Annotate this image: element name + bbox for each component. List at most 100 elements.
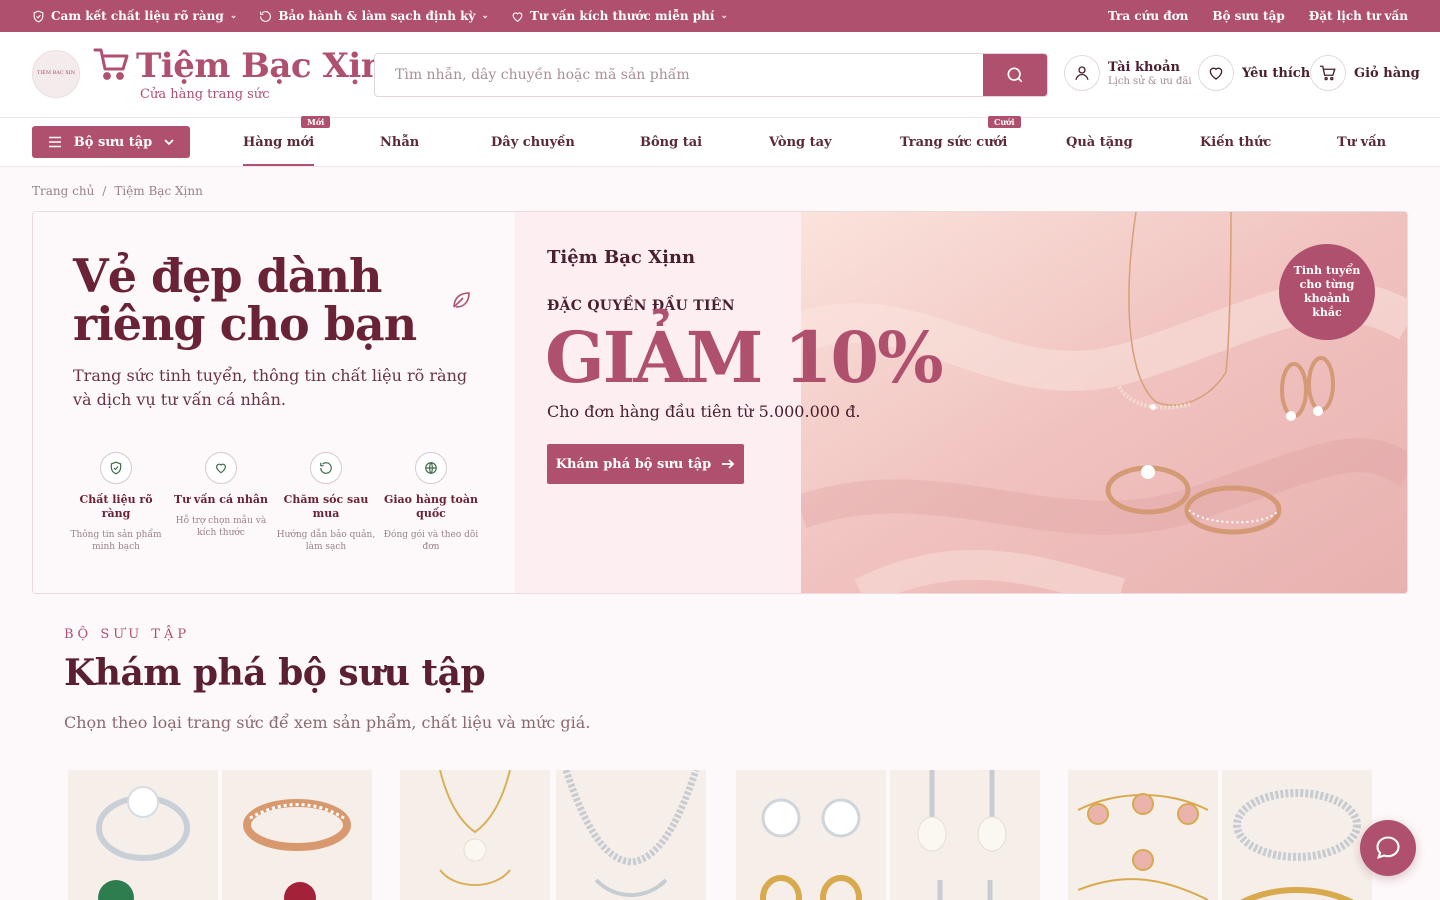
feature-title: Tư vấn cá nhân: [173, 493, 269, 506]
collection-tile-necklace-pearl[interactable]: [400, 770, 550, 900]
collection-tile-bracelet-tennis[interactable]: [1222, 770, 1372, 900]
section-kicker: BỘ SƯU TẬP: [64, 627, 191, 642]
collection-tile-ring-gold[interactable]: [222, 770, 372, 900]
order-lookup-link[interactable]: Tra cứu đơn: [1108, 9, 1188, 23]
section-description: Chọn theo loại trang sức để xem sản phẩm…: [64, 713, 591, 732]
logo-badge[interactable]: TIỆM BẠC XỊN: [32, 50, 80, 98]
promo-brand: Tiệm Bạc Xịnn: [547, 247, 696, 268]
search-button[interactable]: [983, 54, 1047, 96]
collection-tile-necklace-tennis[interactable]: [556, 770, 706, 900]
account-button[interactable]: Tài khoản Lịch sử & ưu đãi: [1064, 55, 1192, 91]
heart-icon: [205, 452, 237, 484]
feature-title: Chăm sóc sau mua: [283, 493, 369, 520]
hero-title-line1: Vẻ đẹp dành: [73, 249, 382, 303]
nav-item-label: Quà tặng: [1066, 134, 1133, 150]
brand-tagline: Cửa hàng trang sức: [140, 87, 270, 102]
user-icon: [1064, 55, 1100, 91]
brand-name[interactable]: Tiệm Bạc Xịnn: [136, 46, 410, 86]
nav-item-consulting[interactable]: Tư vấn: [1337, 118, 1386, 166]
nav-item-label: Hàng mới: [243, 134, 315, 150]
cart-label: Giỏ hàng: [1354, 65, 1420, 81]
hero-title: Vẻ đẹp dành riêng cho bạn: [73, 249, 417, 351]
collection-tile-earrings-pearl[interactable]: [890, 770, 1040, 900]
search-icon: [1007, 67, 1023, 83]
main-nav: Bộ sưu tập Hàng mới Mới Nhẫn Dây chuyền …: [0, 116, 1440, 167]
feature-desc: Hướng dẫn bảo quản, làm sạch: [276, 530, 376, 552]
feature-shipping: Giao hàng toàn quốc Đóng gói và theo dõi…: [381, 452, 481, 553]
globe-icon: [415, 452, 447, 484]
chat-button[interactable]: [1360, 820, 1416, 876]
breadcrumb-current: Tiệm Bạc Xịnn: [114, 184, 203, 198]
promise-sizing[interactable]: Tư vấn kích thước miễn phí ⌄: [511, 9, 728, 23]
collections-menu-label: Bộ sưu tập: [73, 134, 153, 150]
explore-collection-label: Khám phá bộ sưu tập: [555, 456, 712, 472]
hero-banner: Vẻ đẹp dành riêng cho bạn Trang sức tinh…: [32, 211, 1408, 594]
wishlist-button[interactable]: Yêu thích: [1198, 55, 1310, 91]
feature-consulting: Tư vấn cá nhân Hỗ trợ chọn mẫu và kích t…: [171, 452, 271, 539]
heart-icon: [512, 11, 523, 22]
promise-warranty-label: Bảo hành & làm sạch định kỳ: [278, 9, 476, 23]
feature-desc: Hỗ trợ chọn mẫu và kích thước: [175, 516, 267, 538]
hero-title-line2: riêng cho bạn: [73, 297, 417, 351]
nav-item-label: Kiến thức: [1200, 134, 1272, 150]
collection-tile-bracelet-clover[interactable]: [1068, 770, 1218, 900]
search-bar: [374, 53, 1048, 97]
site-header: TIỆM BẠC XỊN Tiệm Bạc Xịnn Cửa hàng tran…: [0, 32, 1440, 118]
nav-item-label: Dây chuyền: [491, 134, 575, 150]
nav-item-necklaces[interactable]: Dây chuyền: [491, 118, 575, 166]
nav-item-label: Nhẫn: [380, 134, 420, 150]
promo-condition: Cho đơn hàng đầu tiên từ 5.000.000 đ.: [547, 402, 861, 421]
nav-item-label: Tư vấn: [1337, 134, 1387, 150]
breadcrumb-home[interactable]: Trang chủ: [32, 184, 94, 198]
logo-badge-text: TIỆM BẠC XỊN: [36, 70, 76, 77]
chevron-down-icon: ⌄: [481, 11, 489, 21]
nav-item-earrings[interactable]: Bông tai: [640, 118, 702, 166]
heart-icon: [1198, 55, 1234, 91]
shopping-cart-logo-icon: [93, 48, 129, 80]
search-input[interactable]: [375, 54, 985, 96]
chevron-down-icon: [164, 139, 174, 146]
cart-icon: [1310, 55, 1346, 91]
hero-intro-panel: Vẻ đẹp dành riêng cho bạn Trang sức tinh…: [33, 212, 515, 593]
nav-item-label: Bông tai: [640, 134, 703, 150]
curated-stamp: Tinh tuyển cho từng khoảnh khắc: [1279, 244, 1375, 340]
top-announcement-bar: Cam kết chất liệu rõ ràng ⌄ Bảo hành & l…: [0, 0, 1440, 32]
refresh-icon: [310, 452, 342, 484]
nav-item-rings[interactable]: Nhẫn: [380, 118, 419, 166]
collection-tile-earrings-studs[interactable]: [736, 770, 886, 900]
cart-button[interactable]: Giỏ hàng: [1310, 55, 1420, 91]
chevron-down-icon: ⌄: [229, 11, 238, 21]
nav-item-knowledge[interactable]: Kiến thức: [1200, 118, 1271, 166]
collection-tile-ring-diamond[interactable]: [68, 770, 218, 900]
breadcrumb: Trang chủ / Tiệm Bạc Xịnn: [32, 184, 203, 198]
promise-material[interactable]: Cam kết chất liệu rõ ràng ⌄: [32, 9, 237, 23]
shield-check-icon: [33, 10, 44, 23]
nav-item-gifts[interactable]: Quà tặng: [1066, 118, 1133, 166]
collections-menu-button[interactable]: Bộ sưu tập: [32, 126, 190, 158]
nav-item-wedding-jewelry[interactable]: Trang sức cưới Cưới: [900, 116, 1021, 166]
hero-description: Trang sức tinh tuyển, thông tin chất liệ…: [73, 366, 468, 409]
shield-check-icon: [100, 452, 132, 484]
feature-material: Chất liệu rõ ràng Thông tin sản phẩm min…: [66, 452, 166, 553]
feature-aftercare: Chăm sóc sau mua Hướng dẫn bảo quản, làm…: [276, 452, 376, 553]
wishlist-label: Yêu thích: [1242, 65, 1311, 81]
collections-link[interactable]: Bộ sưu tập: [1212, 9, 1284, 23]
promise-sizing-label: Tư vấn kích thước miễn phí: [529, 9, 715, 23]
nav-item-new-arrivals[interactable]: Hàng mới Mới: [243, 116, 331, 166]
chevron-down-icon: ⌄: [720, 11, 728, 21]
explore-collection-button[interactable]: Khám phá bộ sưu tập: [547, 444, 744, 484]
feature-desc: Đóng gói và theo dõi đơn: [383, 530, 479, 552]
promise-warranty[interactable]: Bảo hành & làm sạch định kỳ ⌄: [259, 9, 489, 23]
nav-item-label: Vòng tay: [769, 134, 832, 150]
breadcrumb-separator: /: [102, 184, 107, 198]
book-consultation-link[interactable]: Đặt lịch tư vấn: [1309, 9, 1408, 23]
chat-bubble-icon: [1376, 836, 1400, 860]
menu-icon: [48, 136, 61, 148]
nav-item-bracelets[interactable]: Vòng tay: [769, 118, 832, 166]
arrow-right-icon: [722, 459, 735, 469]
promise-material-label: Cam kết chất liệu rõ ràng: [51, 9, 224, 23]
account-subtitle: Lịch sử & ưu đãi: [1108, 75, 1192, 87]
feature-desc: Thông tin sản phẩm minh bạch: [70, 530, 162, 552]
section-title: Khám phá bộ sưu tập: [64, 652, 486, 694]
promo-kicker: ĐẶC QUYỀN ĐẦU TIÊN: [547, 298, 735, 314]
